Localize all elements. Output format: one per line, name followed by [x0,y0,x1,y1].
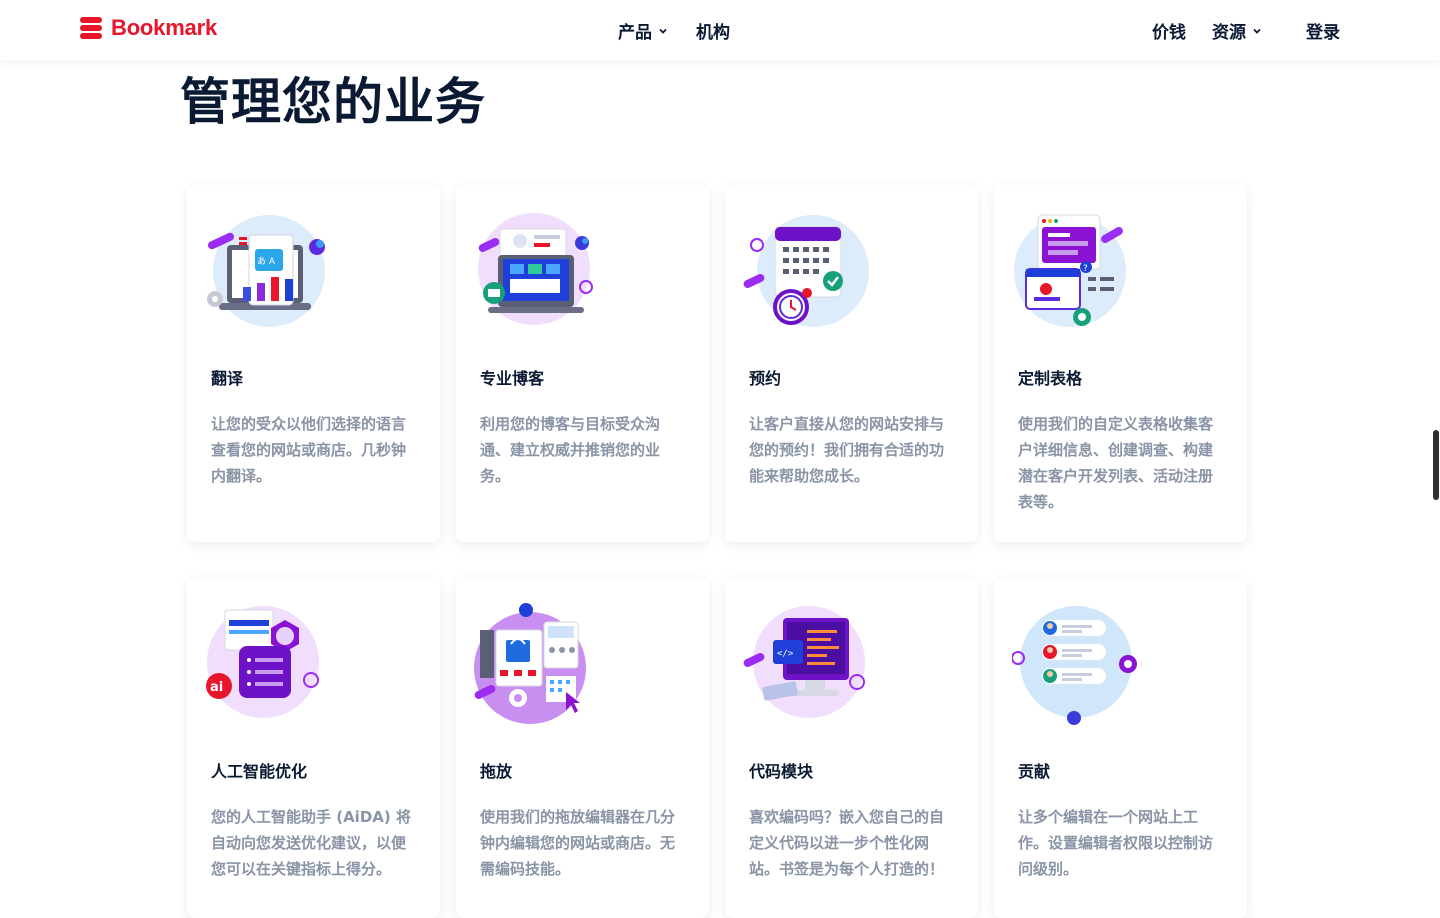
feature-card-blog[interactable]: 专业博客 利用您的博客与目标受众沟通、建立权威并推销您的业务。 [456,185,709,542]
feature-card-drag-drop[interactable]: 拖放 使用我们的拖放编辑器在几分钟内编辑您的网站或商店。无需编码技能。 [456,578,709,918]
svg-text:?: ? [1083,264,1088,274]
brand-name: Bookmark [111,15,217,40]
feature-title: 代码模块 [749,762,814,781]
top-navbar: Bookmark 产品 机构 价钱 资源 登录 [0,0,1440,60]
chevron-down-icon [659,28,667,34]
feature-card-custom-forms[interactable]: ? 定制表格 使用我们的自定义表格收集客户详细信息、创建调查、构建潜在客户开发列… [994,185,1247,542]
translate-illustration-icon: あ A [207,215,325,327]
nav-pricing[interactable]: 价钱 [1152,18,1186,43]
svg-text:</>: </> [777,649,794,659]
code-illustration-icon: </> [743,606,865,718]
bookmark-logo-icon [80,17,102,39]
feature-card-code-modules[interactable]: </> 代码模块 喜欢编码吗？嵌入您自己的自定义代码以进一步个性化网站。书签是为… [725,578,978,918]
feature-description: 使用我们的自定义表格收集客户详细信息、创建调查、构建潜在客户开发列表、活动注册表… [1018,415,1214,511]
nav-resources-label: 资源 [1212,23,1246,43]
nav-login[interactable]: 登录 [1306,18,1340,43]
ai-illustration-icon: ai [206,606,319,718]
feature-description: 您的人工智能助手 (AiDA) 将自动向您发送优化建议，以便您可以在关键指标上得… [211,808,411,878]
nav-agencies[interactable]: 机构 [696,18,730,43]
feature-title: 预约 [749,369,782,388]
nav-products-label: 产品 [618,23,652,43]
feature-title: 翻译 [211,369,244,388]
nav-login-label: 登录 [1306,23,1340,43]
feature-title: 定制表格 [1018,369,1083,388]
nav-products[interactable]: 产品 [618,18,668,43]
svg-text:あ A: あ A [257,256,276,267]
calendar-illustration-icon [743,215,869,327]
feature-description: 利用您的博客与目标受众沟通、建立权威并推销您的业务。 [480,415,661,485]
feature-description: 让您的受众以他们选择的语言查看您的网站或商店。几秒钟内翻译。 [211,415,407,485]
feature-card-appointments[interactable]: 预约 让客户直接从您的网站安排与您的预约！我们拥有合适的功能来帮助您成长。 [725,185,978,542]
feature-card-contributors[interactable]: 贡献 让多个编辑在一个网站上工作。设置编辑者权限以控制访问级别。 [994,578,1247,918]
feature-card-ai-optimization[interactable]: ai 人工智能优化 您的人工智能助手 (AiDA) 将自动向您发送优化建议，以便… [187,578,440,918]
nav-agencies-label: 机构 [696,23,730,43]
nav-pricing-label: 价钱 [1152,23,1186,43]
feature-title: 人工智能优化 [211,762,308,781]
forms-illustration-icon: ? [1014,214,1126,327]
feature-description: 喜欢编码吗？嵌入您自己的自定义代码以进一步个性化网站。书签是为每个人打造的！ [749,808,945,878]
brand-logo[interactable]: Bookmark [79,15,217,41]
contributors-illustration-icon [1012,606,1137,725]
chevron-down-icon [1253,28,1261,34]
scrollbar-thumb[interactable] [1433,430,1439,500]
svg-text:ai: ai [210,680,223,695]
feature-description: 让客户直接从您的网站安排与您的预约！我们拥有合适的功能来帮助您成长。 [749,415,945,485]
feature-title: 专业博客 [480,369,545,388]
blog-illustration-icon [478,213,593,325]
drag-drop-illustration-icon [474,603,586,724]
feature-card-translate[interactable]: あ A 翻译 让您的受众以他们选择的语言查看您的网站或商店。几秒钟内翻译。 [187,185,440,542]
feature-title: 贡献 [1018,762,1051,781]
feature-title: 拖放 [480,762,513,781]
section-title: 管理您的业务 [180,73,486,131]
feature-description: 使用我们的拖放编辑器在几分钟内编辑您的网站或商店。无需编码技能。 [480,808,676,878]
nav-resources[interactable]: 资源 [1212,18,1262,43]
feature-description: 让多个编辑在一个网站上工作。设置编辑者权限以控制访问级别。 [1018,808,1214,878]
